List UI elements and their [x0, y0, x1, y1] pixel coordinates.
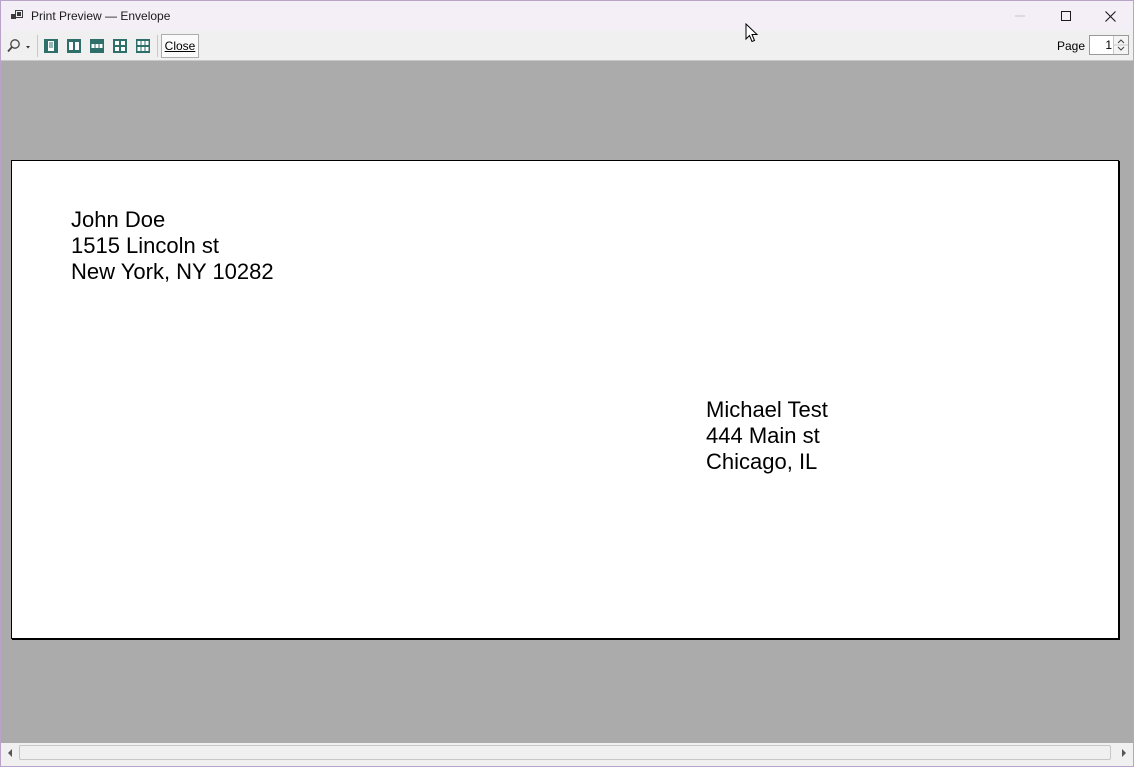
window-title: Print Preview — Envelope [31, 9, 171, 23]
mouse-cursor-icon [745, 23, 759, 43]
envelope-page: John Doe 1515 Lincoln st New York, NY 10… [11, 160, 1119, 639]
arrow-right-icon [1122, 748, 1126, 757]
page-number-value: 1 [1105, 38, 1112, 52]
page-number-input[interactable]: 1 [1089, 35, 1129, 55]
app-icon [11, 10, 23, 19]
magnifier-icon [7, 39, 30, 53]
sender-line: 1515 Lincoln st [71, 233, 219, 258]
four-pages-button[interactable] [110, 36, 130, 56]
two-pages-icon [67, 39, 81, 53]
recipient-line: 444 Main st [706, 423, 820, 448]
toolbar-separator [37, 35, 38, 57]
sender-line: New York, NY 10282 [71, 259, 274, 284]
page-label: Page [1057, 39, 1086, 53]
four-pages-icon [113, 39, 127, 53]
two-pages-button[interactable] [64, 36, 84, 56]
minimize-icon [1015, 15, 1025, 17]
toolbar-separator [157, 35, 158, 57]
spinner-arrows-icon [1114, 39, 1128, 51]
title-bar[interactable]: Print Preview — Envelope [1, 1, 1133, 31]
recipient-address: Michael Test 444 Main st Chicago, IL [706, 397, 828, 475]
three-pages-icon [90, 39, 104, 53]
minimize-button[interactable] [997, 1, 1043, 31]
preview-area[interactable]: John Doe 1515 Lincoln st New York, NY 10… [1, 61, 1133, 743]
close-preview-button[interactable]: Close [161, 34, 199, 58]
page-spinner[interactable] [1113, 36, 1128, 54]
preview-toolbar: Close Page 1 [1, 31, 1133, 61]
scroll-left-button[interactable] [1, 743, 19, 762]
six-pages-button[interactable] [133, 36, 153, 56]
maximize-icon [1061, 11, 1071, 21]
recipient-line: Michael Test [706, 397, 828, 422]
three-pages-button[interactable] [87, 36, 107, 56]
scrollbar-thumb[interactable] [19, 745, 1111, 760]
arrow-left-icon [8, 748, 12, 757]
close-window-button[interactable] [1087, 1, 1133, 31]
one-page-button[interactable] [41, 36, 61, 56]
scroll-right-button[interactable] [1115, 743, 1133, 762]
six-pages-icon [136, 39, 150, 53]
sender-line: John Doe [71, 207, 166, 232]
close-icon [1104, 10, 1116, 22]
sender-address: John Doe 1515 Lincoln st New York, NY 10… [71, 207, 274, 285]
print-preview-window: Print Preview — Envelope Close Page 1 Jo… [0, 0, 1134, 767]
recipient-line: Chicago, IL [706, 449, 818, 474]
one-page-icon [44, 39, 58, 53]
maximize-button[interactable] [1043, 1, 1089, 31]
horizontal-scrollbar[interactable] [1, 743, 1133, 762]
zoom-dropdown-button[interactable] [5, 36, 33, 56]
